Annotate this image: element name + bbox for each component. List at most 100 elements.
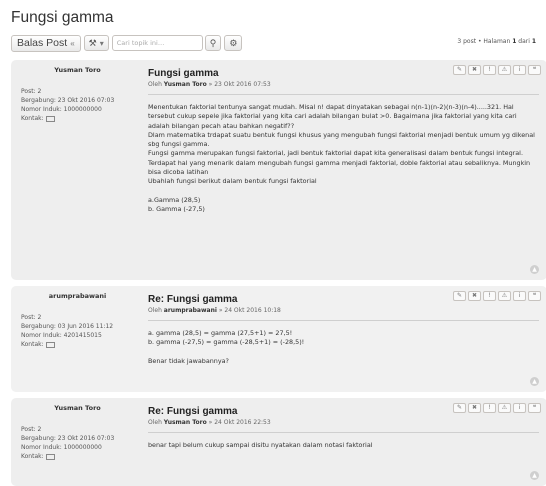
profile-joined: Bergabung: 23 Okt 2016 07:03 xyxy=(21,97,115,104)
chevron-down-icon: ▾ xyxy=(99,38,104,48)
post-profile: Yusman Toro Post: 2 Bergabung: 23 Okt 20… xyxy=(11,60,138,280)
search-placeholder: Cari topik ini… xyxy=(116,39,165,47)
profile-contact-label: Kontak: xyxy=(21,453,44,460)
post-line: Benar tidak jawabannya? xyxy=(148,356,229,365)
quote-icon[interactable]: ❝ xyxy=(528,291,541,301)
byline-prefix: Oleh xyxy=(148,419,164,426)
wrench-icon: ⚒ xyxy=(88,37,97,48)
byline-prefix: Oleh xyxy=(148,307,164,314)
reply-button[interactable]: Balas Post « xyxy=(11,34,81,52)
delete-icon[interactable]: ✖ xyxy=(468,65,481,75)
post-content: benar tapi belum cukup sampai disitu nya… xyxy=(148,441,539,450)
warn-icon[interactable]: ⚠ xyxy=(498,291,511,301)
advanced-search-button[interactable]: ⚙ xyxy=(224,35,243,51)
post: Yusman Toro Post: 2 Bergabung: 23 Okt 20… xyxy=(11,398,546,486)
report-icon[interactable]: ! xyxy=(483,65,496,75)
profile-joined: Bergabung: 23 Okt 2016 07:03 xyxy=(21,435,115,442)
post-tools: ✎ ✖ ! ⚠ i ❝ xyxy=(451,65,541,75)
byline-date: » 24 Okt 2016 22:53 xyxy=(206,419,271,426)
post-line-blank xyxy=(148,348,535,357)
profile-joined: Bergabung: 03 Jun 2016 11:12 xyxy=(21,323,114,330)
info-icon[interactable]: i xyxy=(513,291,526,301)
pagination-info: 3 post • Halaman 1 dari 1 xyxy=(457,38,536,45)
post-line: b. Gamma (-27,5) xyxy=(148,204,205,213)
quote-icon[interactable]: ❝ xyxy=(528,403,541,413)
report-icon[interactable]: ! xyxy=(483,291,496,301)
byline-date: » 23 Okt 2016 07:53 xyxy=(206,81,271,88)
page: Fungsi gamma Balas Post « ⚒ ▾ Cari topik… xyxy=(0,0,546,486)
contact-icon[interactable] xyxy=(45,115,55,122)
post-author-name[interactable]: arumprabawani xyxy=(21,292,134,301)
post-line: Ubahlah fungsi berikut dalam bentuk fung… xyxy=(148,177,317,186)
byline-author[interactable]: Yusman Toro xyxy=(164,81,207,88)
post-profile: Yusman Toro Post: 2 Bergabung: 23 Okt 20… xyxy=(11,398,138,486)
post-line: Fungsi gamma merupakan fungsi faktorial,… xyxy=(148,149,531,177)
post-body: ✎ ✖ ! ⚠ i ❝ Re: Fungsi gamma Oleh Yusman… xyxy=(138,398,546,486)
post-profile: arumprabawani Post: 2 Bergabung: 03 Jun … xyxy=(11,286,138,392)
edit-icon[interactable]: ✎ xyxy=(453,65,466,75)
warn-icon[interactable]: ⚠ xyxy=(498,65,511,75)
profile-posts: Post: 2 xyxy=(21,426,42,433)
byline-date: » 24 Okt 2016 10:18 xyxy=(216,307,281,314)
delete-icon[interactable]: ✖ xyxy=(468,403,481,413)
post-tools: ✎ ✖ ! ⚠ i ❝ xyxy=(451,403,541,413)
post-author-name[interactable]: Yusman Toro xyxy=(21,404,134,413)
profile-contact: Kontak: xyxy=(21,114,134,123)
post-line: Menentukan faktorial tentunya sangat mud… xyxy=(148,103,517,130)
post-author-name[interactable]: Yusman Toro xyxy=(21,66,134,75)
post-line: benar tapi belum cukup sampai disitu nya… xyxy=(148,441,373,449)
profile-contact-label: Kontak: xyxy=(21,115,44,122)
post-count: 3 post xyxy=(457,38,477,45)
contact-icon[interactable] xyxy=(45,453,55,460)
post-byline: Oleh Yusman Toro » 24 Okt 2016 22:53 xyxy=(148,419,539,433)
search-button[interactable]: ⚲ xyxy=(204,35,222,51)
edit-icon[interactable]: ✎ xyxy=(453,403,466,413)
profile-contact-label: Kontak: xyxy=(21,341,44,348)
profile-posts: Post: 2 xyxy=(21,314,42,321)
back-to-top-icon[interactable]: ▲ xyxy=(530,377,539,386)
back-to-top-icon[interactable]: ▲ xyxy=(530,265,539,274)
delete-icon[interactable]: ✖ xyxy=(468,291,481,301)
profile-contact: Kontak: xyxy=(21,452,134,461)
post-byline: Oleh arumprabawani » 24 Okt 2016 10:18 xyxy=(148,307,539,321)
pagination-of: dari xyxy=(516,38,532,45)
byline-prefix: Oleh xyxy=(148,81,164,88)
post-content: Menentukan faktorial tentunya sangat mud… xyxy=(148,103,539,214)
search-icon: ⚲ xyxy=(209,37,217,48)
profile-posts: Post: 2 xyxy=(21,88,42,95)
profile-student-id: Nomor Induk: 1000000000 xyxy=(21,444,102,451)
topic-tools-button[interactable]: ⚒ ▾ xyxy=(83,35,109,51)
warn-icon[interactable]: ⚠ xyxy=(498,403,511,413)
back-to-top-icon[interactable]: ▲ xyxy=(530,471,539,480)
post-body: ✎ ✖ ! ⚠ i ❝ Fungsi gamma Oleh Yusman Tor… xyxy=(138,60,546,280)
quote-icon[interactable]: ❝ xyxy=(528,65,541,75)
info-icon[interactable]: i xyxy=(513,403,526,413)
edit-icon[interactable]: ✎ xyxy=(453,291,466,301)
pagination-separator: • Halaman xyxy=(476,38,513,45)
post-line: b. gamma (-27,5) = gamma (-28,5+1) = (-2… xyxy=(148,338,305,347)
search-input[interactable]: Cari topik ini… xyxy=(111,35,203,51)
gear-icon: ⚙ xyxy=(229,37,238,48)
byline-author[interactable]: arumprabawani xyxy=(164,307,217,314)
reply-icon: « xyxy=(70,38,75,48)
post: arumprabawani Post: 2 Bergabung: 03 Jun … xyxy=(11,286,546,392)
byline-author[interactable]: Yusman Toro xyxy=(164,419,207,426)
report-icon[interactable]: ! xyxy=(483,403,496,413)
reply-button-label: Balas Post xyxy=(17,37,68,49)
post-line: Dlam matematika trdapat suatu bentuk fun… xyxy=(148,130,535,149)
post-line: a.Gamma (28,5) xyxy=(148,195,201,204)
post-line-blank xyxy=(148,187,535,196)
post-byline: Oleh Yusman Toro » 23 Okt 2016 07:53 xyxy=(148,81,539,95)
profile-student-id: Nomor Induk: 4201415015 xyxy=(21,332,102,339)
topic-title: Fungsi gamma xyxy=(11,9,114,26)
post: Yusman Toro Post: 2 Bergabung: 23 Okt 20… xyxy=(11,60,546,280)
post-body: ✎ ✖ ! ⚠ i ❝ Re: Fungsi gamma Oleh arumpr… xyxy=(138,286,546,392)
info-icon[interactable]: i xyxy=(513,65,526,75)
profile-student-id: Nomor Induk: 1000000000 xyxy=(21,106,102,113)
post-content: a. gamma (28,5) = gamma (27,5+1) = 27,5!… xyxy=(148,329,539,366)
profile-contact: Kontak: xyxy=(21,340,134,349)
post-line: a. gamma (28,5) = gamma (27,5+1) = 27,5! xyxy=(148,329,293,337)
page-total: 1 xyxy=(531,38,536,45)
action-bar: Balas Post « ⚒ ▾ Cari topik ini… ⚲ ⚙ 3 p… xyxy=(5,31,541,55)
contact-icon[interactable] xyxy=(45,341,55,348)
